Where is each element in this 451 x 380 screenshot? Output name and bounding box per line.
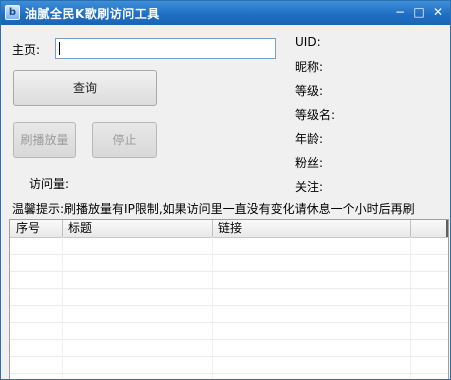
table-row <box>10 306 448 323</box>
homepage-input[interactable] <box>55 38 276 59</box>
column-header-title[interactable]: 标题 <box>68 221 92 236</box>
fans-label: 粉丝: <box>295 156 324 170</box>
following-label: 关注: <box>295 180 324 194</box>
column-header-index[interactable]: 序号 <box>16 221 40 236</box>
column-divider[interactable] <box>212 220 213 237</box>
boost-plays-button[interactable]: 刷播放量 <box>13 122 76 158</box>
column-divider[interactable] <box>446 220 448 237</box>
tip-text: 温馨提示:刷播放量有IP限制,如果访问里一直没有变化请休息一个小时后再刷 <box>12 202 415 216</box>
column-divider[interactable] <box>410 220 411 237</box>
homepage-label: 主页: <box>12 43 41 57</box>
minimize-button[interactable]: − <box>392 4 408 21</box>
table-row <box>10 340 448 357</box>
maximize-button[interactable]: □ <box>411 4 427 21</box>
title-bar[interactable]: b 油腻全民K歌刷访问工具 − □ ✕ <box>1 1 450 25</box>
main-window: b 油腻全民K歌刷访问工具 − □ ✕ 主页: 查询 刷播放量 停止 访问量: … <box>0 0 451 380</box>
table-row <box>10 272 448 289</box>
level-label: 等级: <box>295 84 324 98</box>
app-icon: b <box>5 5 20 20</box>
table-row <box>10 357 448 374</box>
column-divider[interactable] <box>62 220 63 237</box>
table-row <box>10 323 448 340</box>
age-label: 年龄: <box>295 132 324 146</box>
column-header-link[interactable]: 链接 <box>218 221 242 236</box>
text-caret <box>59 42 60 55</box>
table-row <box>10 289 448 306</box>
level-name-label: 等级名: <box>295 108 336 122</box>
stop-button[interactable]: 停止 <box>92 122 157 158</box>
results-table[interactable]: 序号 标题 链接 <box>9 219 449 379</box>
visits-label: 访问量: <box>29 177 70 191</box>
table-row <box>10 255 448 272</box>
close-button[interactable]: ✕ <box>430 4 446 21</box>
uid-label: UID: <box>295 35 321 49</box>
query-button[interactable]: 查询 <box>13 70 157 106</box>
table-row <box>10 238 448 255</box>
window-title: 油腻全民K歌刷访问工具 <box>25 7 160 21</box>
nickname-label: 昵称: <box>295 60 324 74</box>
table-header: 序号 标题 链接 <box>10 220 448 238</box>
